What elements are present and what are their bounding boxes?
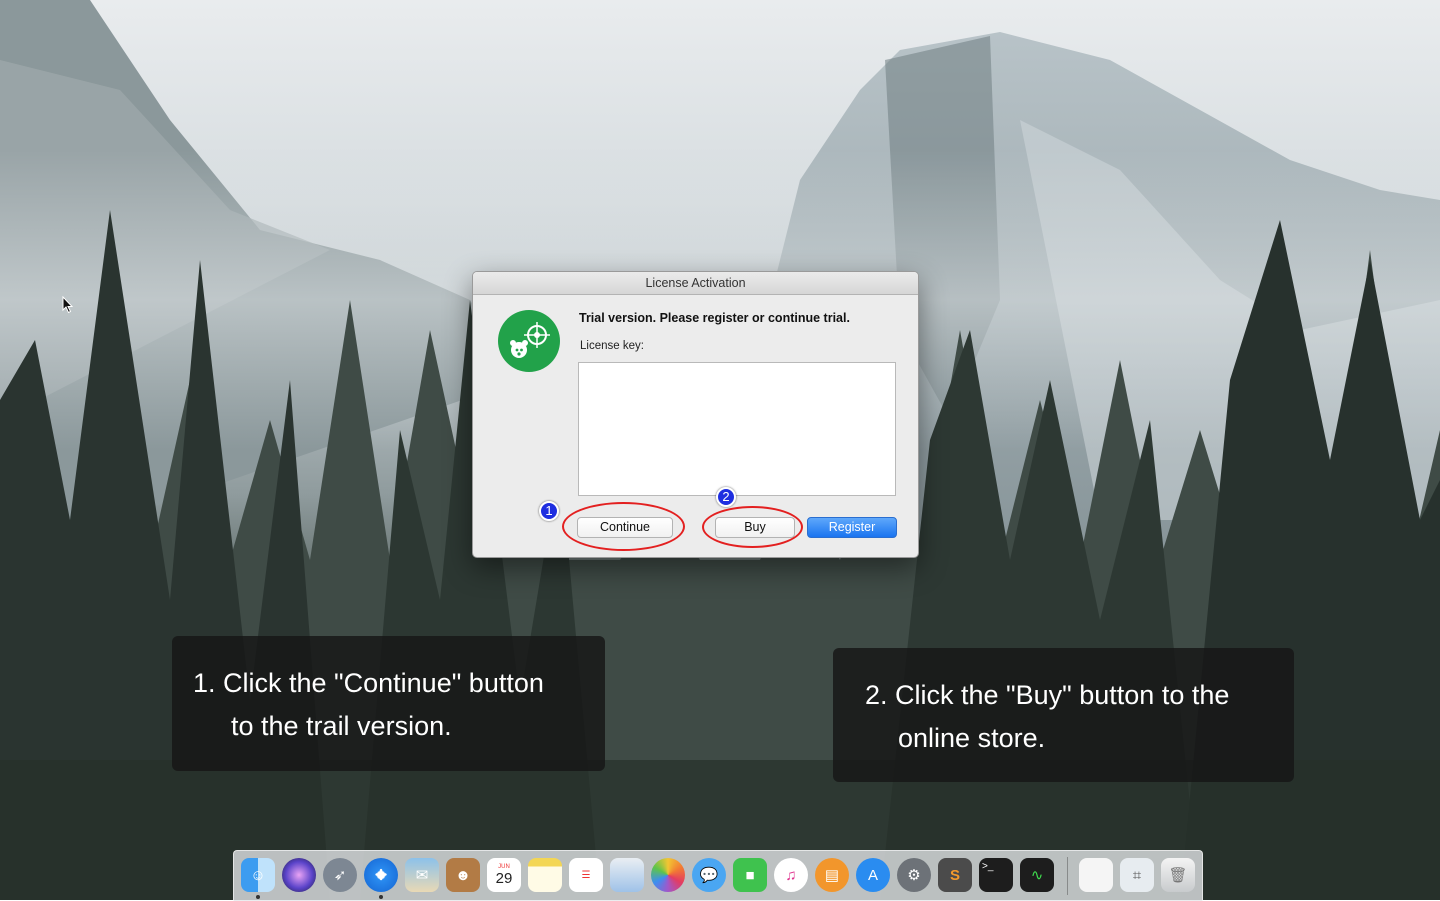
- photos-icon[interactable]: [651, 858, 685, 892]
- finder-icon[interactable]: ☺: [241, 858, 275, 892]
- itunes-icon[interactable]: ♫: [774, 858, 808, 892]
- trash-icon[interactable]: 🗑: [1161, 858, 1195, 892]
- caption-step-1: 1. Click the "Continue" button to the tr…: [172, 636, 605, 771]
- caption-2-line-1: 2. Click the "Buy" button to the: [865, 680, 1230, 710]
- reminders-icon[interactable]: ☰: [569, 858, 603, 892]
- calendar-icon[interactable]: JUN 29: [487, 858, 521, 892]
- safari-icon[interactable]: ✢: [364, 858, 398, 892]
- app-logo-icon: [498, 310, 560, 372]
- caption-1-line-1: 1. Click the "Continue" button: [193, 668, 544, 698]
- document-stack-icon[interactable]: [1079, 858, 1113, 892]
- register-button[interactable]: Register: [807, 517, 897, 538]
- calendar-day: 29: [495, 870, 513, 887]
- siri-icon[interactable]: [282, 858, 316, 892]
- dialog-title: License Activation: [473, 272, 918, 295]
- system-preferences-icon[interactable]: ⚙: [897, 858, 931, 892]
- screenshot-icon[interactable]: ⌗: [1120, 858, 1154, 892]
- sublime-text-icon[interactable]: S: [938, 858, 972, 892]
- activity-monitor-icon[interactable]: ∿: [1020, 858, 1054, 892]
- app-store-icon[interactable]: A: [856, 858, 890, 892]
- caption-1-line-2: to the trail version.: [231, 711, 452, 741]
- contacts-icon[interactable]: ☻: [446, 858, 480, 892]
- dock: ☺ ➶ ✢ ✉ ☻ JUN 29 ☰ 💬 ■ ♫ ▤ A ⚙ S >_ ∿ ⌗ …: [233, 850, 1203, 901]
- caption-step-2: 2. Click the "Buy" button to the online …: [833, 648, 1294, 782]
- dialog-heading: Trial version. Please register or contin…: [579, 311, 850, 325]
- notes-icon[interactable]: [528, 858, 562, 892]
- license-key-field[interactable]: [578, 362, 896, 496]
- step-1-badge: 1: [539, 501, 559, 521]
- finder-running-indicator: [256, 895, 260, 899]
- launchpad-icon[interactable]: ➶: [323, 858, 357, 892]
- step-2-badge: 2: [716, 487, 736, 507]
- license-key-label: License key:: [580, 340, 644, 352]
- caption-2-line-2: online store.: [898, 723, 1046, 753]
- ibooks-icon[interactable]: ▤: [815, 858, 849, 892]
- safari-running-indicator: [379, 895, 383, 899]
- preview-icon[interactable]: [610, 858, 644, 892]
- terminal-icon[interactable]: >_: [979, 858, 1013, 892]
- mouse-pointer-icon: [62, 296, 74, 314]
- facetime-icon[interactable]: ■: [733, 858, 767, 892]
- mail-icon[interactable]: ✉: [405, 858, 439, 892]
- dock-separator: [1067, 857, 1068, 895]
- buy-button[interactable]: Buy: [715, 517, 795, 538]
- messages-icon[interactable]: 💬: [692, 858, 726, 892]
- continue-button[interactable]: Continue: [577, 517, 673, 538]
